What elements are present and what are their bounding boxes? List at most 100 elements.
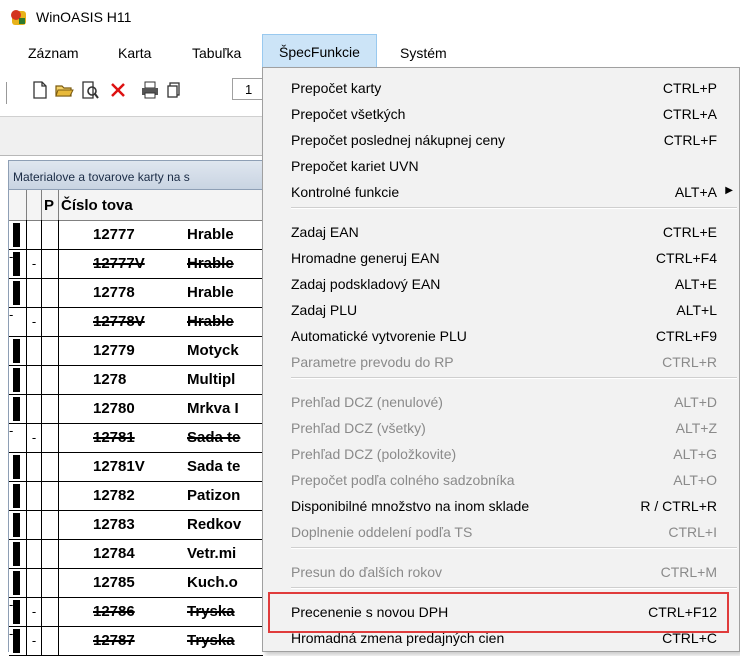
grid-header-code: Číslo tova: [61, 197, 133, 214]
menu-item-label: Prepočet kariet UVN: [291, 158, 419, 174]
table-row[interactable]: 12785 Kuch.o: [9, 568, 263, 598]
row-indicator-cell: [9, 568, 27, 597]
table-row[interactable]: 12784 Vetr.mi: [9, 539, 263, 569]
grid-header-p: P: [44, 197, 55, 214]
table-row[interactable]: - - 12778V Hrable: [9, 307, 263, 337]
title-bar: WinOASIS H11: [0, 0, 740, 35]
item-code: 12781V: [93, 458, 145, 475]
table-row[interactable]: 12779 Motyck: [9, 336, 263, 366]
table-row[interactable]: 12778 Hrable: [9, 278, 263, 308]
menu-zaznam[interactable]: Záznam: [28, 45, 79, 61]
copy-icon[interactable]: [164, 80, 184, 100]
print-preview-icon[interactable]: [80, 80, 100, 100]
table-row[interactable]: 1278 Multipl: [9, 365, 263, 395]
menu-item[interactable]: Zadaj podskladový EAN ALT+E: [263, 272, 739, 298]
grid-header-col-a[interactable]: [9, 190, 27, 220]
menu-item[interactable]: Parametre prevodu do RP CTRL+R: [263, 350, 739, 376]
delete-icon[interactable]: [108, 80, 128, 100]
item-name: Patizon: [187, 487, 241, 504]
row-p-cell: [42, 597, 59, 626]
item-name: Tryska: [187, 632, 235, 649]
toolbar-number-field[interactable]: 1: [232, 78, 262, 100]
menu-item[interactable]: Kontrolné funkcie ALT+A ▶: [263, 180, 739, 206]
row-indicator-cell: -: [9, 423, 27, 452]
item-code: 12781: [93, 429, 135, 446]
print-icon[interactable]: [140, 80, 160, 100]
menu-item[interactable]: Doplnenie oddelení podľa TS CTRL+I: [263, 520, 739, 546]
menu-item[interactable]: Automatické vytvorenie PLU CTRL+F9: [263, 324, 739, 350]
menu-separator: [291, 207, 737, 209]
menu-item[interactable]: Hromadne generuj EAN CTRL+F4: [263, 246, 739, 272]
menu-item-label: Zadaj EAN: [291, 224, 359, 240]
menu-item[interactable]: Presun do ďalších rokov CTRL+M: [263, 560, 739, 586]
menu-item-shortcut: ALT+O: [673, 472, 717, 488]
row-flag-cell: -: [27, 249, 42, 278]
menu-system[interactable]: Systém: [400, 45, 447, 61]
item-code: 12785: [93, 574, 135, 591]
menu-item-label: Prepočet karty: [291, 80, 382, 96]
menu-item[interactable]: Prepočet všetkých CTRL+A: [263, 102, 739, 128]
row-flag-cell: -: [27, 597, 42, 626]
menu-item[interactable]: Prehľad DCZ (všetky) ALT+Z: [263, 416, 739, 442]
table-row[interactable]: 12781V Sada te: [9, 452, 263, 482]
item-name: Vetr.mi: [187, 545, 237, 562]
menu-bar: Záznam Karta Tabuľka ŠpecFunkcie Systém: [0, 34, 740, 68]
row-indicator-cell: [9, 481, 27, 510]
table-row[interactable]: 12783 Redkov: [9, 510, 263, 540]
grid-header-col-p[interactable]: P: [42, 190, 59, 220]
menu-karta[interactable]: Karta: [118, 45, 151, 61]
menu-item-shortcut: CTRL+I: [668, 524, 717, 540]
table-row[interactable]: 12777 Hrable: [9, 220, 263, 250]
menu-item[interactable]: Prepočet podľa colného sadzobníka ALT+O: [263, 468, 739, 494]
menu-item-label: Parametre prevodu do RP: [291, 354, 454, 370]
menu-item[interactable]: Prepočet karty CTRL+P: [263, 76, 739, 102]
menu-item[interactable]: Zadaj PLU ALT+L: [263, 298, 739, 324]
menu-item[interactable]: Prepočet kariet UVN: [263, 154, 739, 180]
grid-header-col-b[interactable]: [27, 190, 42, 220]
menu-item-shortcut: ALT+L: [676, 302, 717, 318]
inner-window-title[interactable]: Materialove a tovarove karty na s: [8, 160, 262, 190]
menu-item[interactable]: Zadaj EAN CTRL+E: [263, 220, 739, 246]
menu-item-shortcut: ALT+E: [674, 276, 717, 292]
app-logo-icon: [11, 10, 26, 25]
table-row[interactable]: 12780 Mrkva I: [9, 394, 263, 424]
menu-item[interactable]: Prepočet poslednej nákupnej ceny CTRL+F: [263, 128, 739, 154]
menu-item-label: Presun do ďalších rokov: [291, 564, 443, 580]
item-name: Hrable: [187, 255, 234, 272]
row-flag-cell: [27, 365, 42, 394]
menu-item[interactable]: Prehľad DCZ (nenulové) ALT+D: [263, 390, 739, 416]
open-folder-icon[interactable]: [54, 80, 74, 100]
item-name: Sada te: [187, 429, 241, 446]
new-document-icon[interactable]: [30, 80, 50, 100]
item-name: Redkov: [187, 516, 242, 533]
row-indicator-cell: -: [9, 249, 27, 278]
menu-item-shortcut: ALT+Z: [675, 420, 717, 436]
table-row[interactable]: - - 12786 Tryska: [9, 597, 263, 627]
item-name: Motyck: [187, 342, 239, 359]
menu-item-shortcut: CTRL+M: [660, 564, 717, 580]
row-p-cell: [42, 249, 59, 278]
menu-specfunkcie[interactable]: ŠpecFunkcie: [262, 34, 377, 68]
grid-header-col-code[interactable]: Číslo tova: [59, 190, 263, 220]
row-flag-cell: [27, 539, 42, 568]
menu-item[interactable]: Disponibilné množstvo na inom sklade R / …: [263, 494, 739, 520]
row-flag-cell: [27, 452, 42, 481]
row-flag-cell: [27, 336, 42, 365]
row-p-cell: [42, 626, 59, 655]
menu-separator: [291, 547, 737, 549]
item-code: 1278: [93, 371, 127, 388]
toolbar: 1: [0, 68, 262, 117]
row-p-cell: [42, 278, 59, 307]
menu-item[interactable]: Prehľad DCZ (položkovite) ALT+G: [263, 442, 739, 468]
toolbar-grip[interactable]: [6, 82, 10, 104]
row-indicator-cell: [9, 336, 27, 365]
menu-item-shortcut: R / CTRL+R: [640, 498, 717, 514]
table-row[interactable]: - - 12777V Hrable: [9, 249, 263, 279]
table-row[interactable]: - - 12781 Sada te: [9, 423, 263, 453]
row-p-cell: [42, 336, 59, 365]
row-indicator-cell: [9, 452, 27, 481]
menu-item-label: Hromadne generuj EAN: [291, 250, 440, 266]
menu-item-label: Prehľad DCZ (položkovite): [291, 446, 457, 462]
menu-tabulka[interactable]: Tabuľka: [192, 45, 241, 61]
table-row[interactable]: 12782 Patizon: [9, 481, 263, 511]
